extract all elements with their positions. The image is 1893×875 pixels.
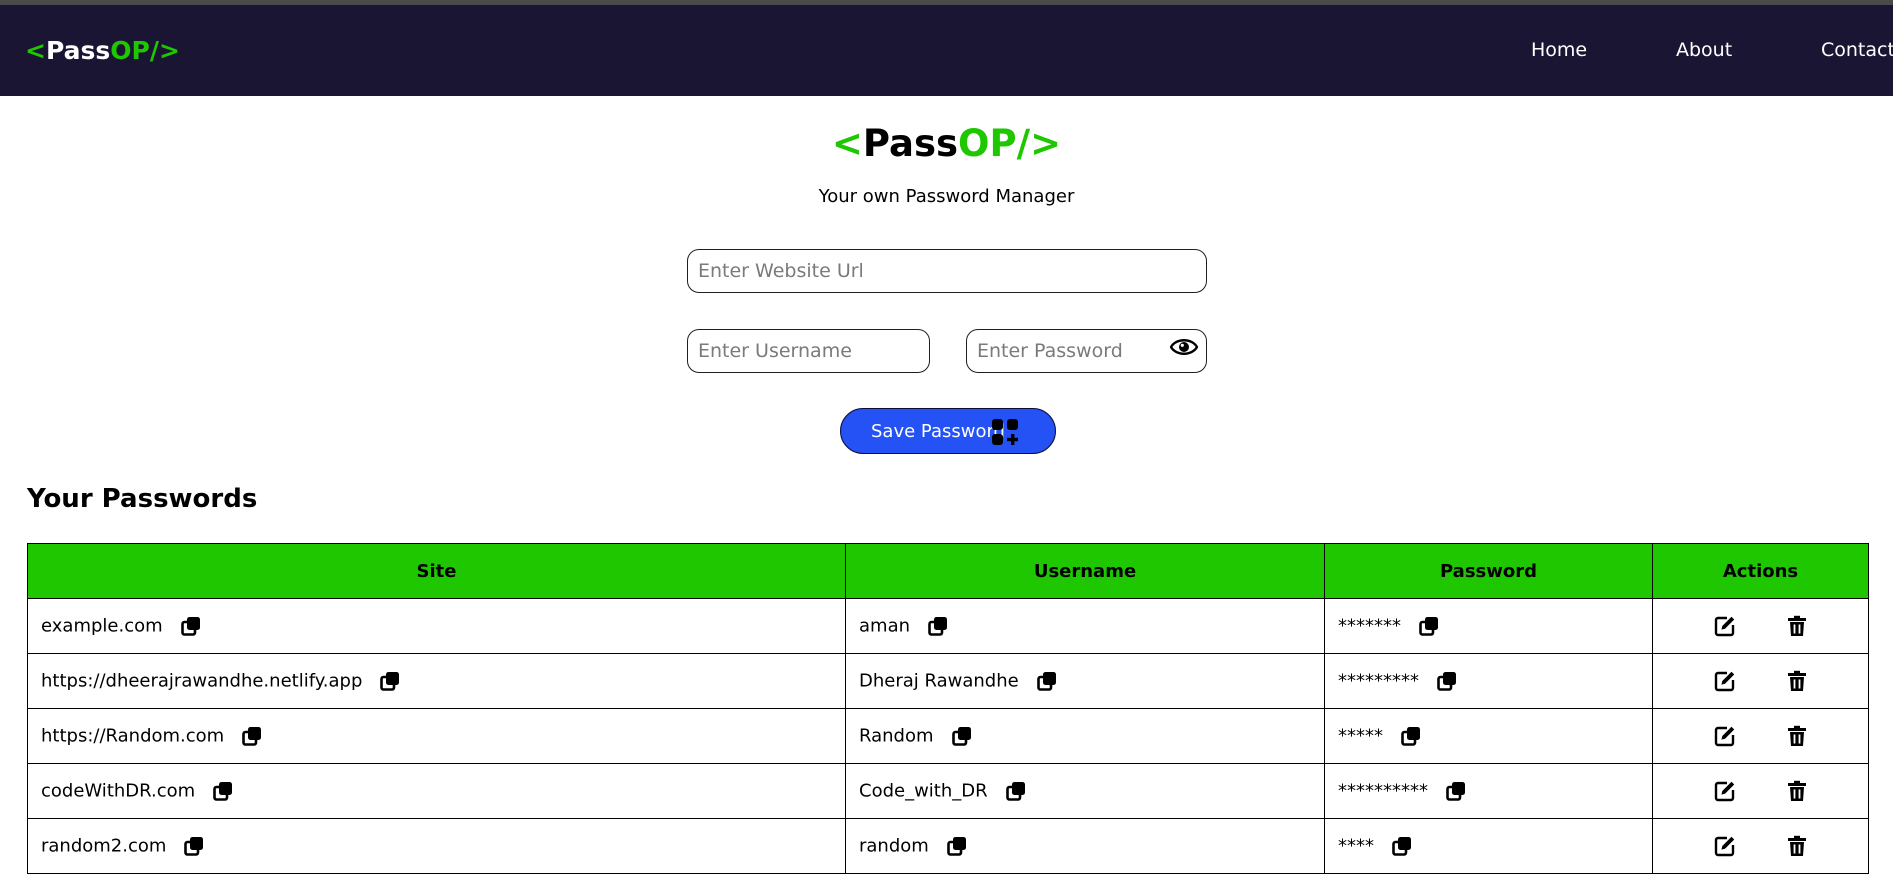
save-password-button[interactable]: Save Password: [840, 408, 1056, 454]
hero-logo: <PassOP/>: [0, 118, 1893, 170]
username-text: Random: [859, 725, 934, 747]
password-cell: ****: [1324, 818, 1653, 874]
username-text: aman: [859, 615, 911, 637]
hero-logo-bracket: <: [831, 122, 863, 165]
site-cell: random2.com: [27, 818, 846, 874]
site-text: random2.com: [41, 835, 167, 857]
hero-logo-op: OP/>: [958, 122, 1062, 165]
password-text: *****: [1338, 725, 1383, 747]
username-input[interactable]: [687, 329, 930, 373]
hero-logo-pass: Pass: [862, 122, 959, 165]
site-text: codeWithDR.com: [41, 780, 196, 802]
table-header-row: Site Username Password Actions: [27, 543, 1869, 599]
username-text: Code_with_DR: [859, 780, 988, 802]
table-row: https://Random.com Random *****: [27, 708, 1869, 764]
column-header-site: Site: [27, 543, 846, 599]
site-cell: https://dheerajrawandhe.netlify.app: [27, 653, 846, 709]
nav-contact-link[interactable]: Contact: [1821, 5, 1893, 96]
copy-icon[interactable]: [928, 616, 948, 637]
nav-home-link[interactable]: Home: [1531, 5, 1587, 96]
table-row: codeWithDR.com Code_with_DR **********: [27, 763, 1869, 819]
password-cell: **********: [1324, 763, 1653, 819]
copy-icon[interactable]: [242, 726, 262, 747]
add-grid-icon: [992, 419, 1018, 445]
edit-icon[interactable]: [1714, 615, 1736, 637]
trash-icon[interactable]: [1786, 780, 1808, 802]
actions-cell: [1652, 708, 1869, 764]
password-text: ****: [1338, 835, 1374, 857]
username-cell: random: [845, 818, 1325, 874]
column-header-actions: Actions: [1652, 543, 1869, 599]
password-text: **********: [1338, 780, 1428, 802]
username-text: Dheraj Rawandhe: [859, 670, 1019, 692]
edit-icon[interactable]: [1714, 780, 1736, 802]
copy-icon[interactable]: [947, 836, 967, 857]
table-row: random2.com random ****: [27, 818, 1869, 874]
site-text: example.com: [41, 615, 163, 637]
password-text: *******: [1338, 615, 1401, 637]
copy-icon[interactable]: [1437, 671, 1457, 692]
username-cell: Random: [845, 708, 1325, 764]
trash-icon[interactable]: [1786, 670, 1808, 692]
passwords-table: Site Username Password Actions example.c…: [27, 543, 1869, 874]
edit-icon[interactable]: [1714, 835, 1736, 857]
copy-icon[interactable]: [951, 726, 972, 747]
passwords-section-title: Your Passwords: [27, 484, 258, 514]
password-cell: *******: [1324, 598, 1653, 654]
table-row: https://dheerajrawandhe.netlify.app Dhera…: [27, 653, 1869, 709]
trash-icon[interactable]: [1786, 835, 1808, 857]
trash-icon[interactable]: [1786, 725, 1808, 747]
actions-cell: [1652, 598, 1869, 654]
copy-icon[interactable]: [1419, 616, 1439, 637]
logo-op: OP/>: [110, 36, 180, 65]
username-cell: Code_with_DR: [845, 763, 1325, 819]
page-subtitle: Your own Password Manager: [818, 186, 1075, 207]
site-cell: https://Random.com: [27, 708, 846, 764]
logo-pass: Pass: [45, 36, 111, 65]
site-cell: example.com: [27, 598, 846, 654]
copy-icon[interactable]: [380, 671, 400, 692]
trash-icon[interactable]: [1786, 615, 1808, 637]
username-cell: aman: [845, 598, 1325, 654]
username-cell: Dheraj Rawandhe: [845, 653, 1325, 709]
navbar: <PassOP/> Home About Contact: [0, 5, 1893, 96]
actions-cell: [1652, 653, 1869, 709]
navbar-logo[interactable]: <PassOP/>: [25, 5, 180, 96]
password-cell: *********: [1324, 653, 1653, 709]
column-header-password: Password: [1324, 543, 1653, 599]
password-cell: *****: [1324, 708, 1653, 764]
actions-cell: [1652, 763, 1869, 819]
actions-cell: [1652, 818, 1869, 874]
site-text: https://Random.com: [41, 725, 225, 747]
edit-icon[interactable]: [1714, 670, 1736, 692]
copy-icon[interactable]: [1005, 781, 1026, 802]
password-text: *********: [1338, 670, 1419, 692]
username-text: random: [859, 835, 929, 857]
column-header-username: Username: [845, 543, 1325, 599]
copy-icon[interactable]: [180, 616, 201, 637]
copy-icon[interactable]: [184, 836, 204, 857]
logo-bracket: <: [25, 36, 46, 65]
copy-icon[interactable]: [1446, 781, 1466, 802]
copy-icon[interactable]: [1392, 836, 1412, 857]
site-text: https://dheerajrawandhe.netlify.app: [41, 670, 363, 692]
edit-icon[interactable]: [1714, 725, 1736, 747]
copy-icon[interactable]: [213, 781, 233, 802]
nav-about-link[interactable]: About: [1676, 5, 1732, 96]
site-cell: codeWithDR.com: [27, 763, 846, 819]
website-url-input[interactable]: [687, 249, 1207, 293]
copy-icon[interactable]: [1401, 726, 1421, 747]
eye-icon[interactable]: [1170, 336, 1198, 358]
table-row: example.com aman *******: [27, 598, 1869, 654]
copy-icon[interactable]: [1036, 671, 1057, 692]
